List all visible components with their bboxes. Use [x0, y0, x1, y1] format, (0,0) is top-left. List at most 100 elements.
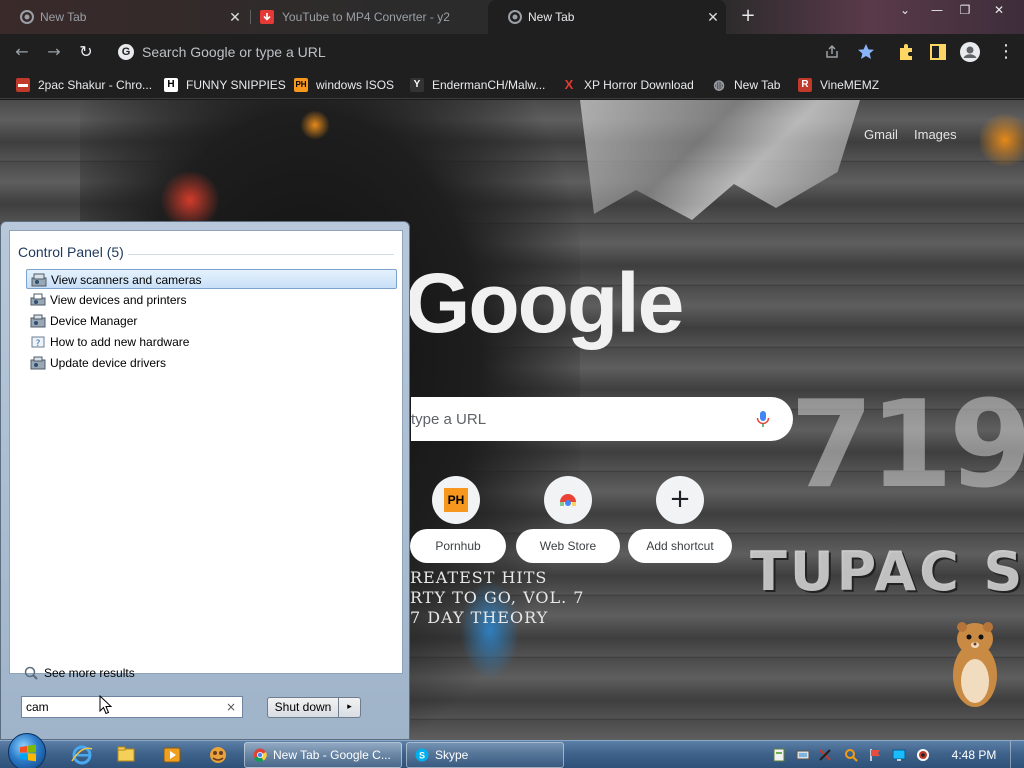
close-window-button[interactable]: ✕: [984, 2, 1014, 18]
bookmarks-bar: ▬ 2pac Shakur - Chro... H FUNNY SNIPPIES…: [0, 70, 1024, 99]
task-label: New Tab - Google C...: [273, 748, 391, 762]
ph-icon: PH: [444, 488, 468, 512]
new-tab-button[interactable]: +: [738, 6, 758, 26]
result-update-device-drivers[interactable]: Update device drivers: [26, 353, 397, 373]
skype-icon: S: [415, 748, 429, 762]
start-search-box[interactable]: ×: [21, 696, 243, 718]
bookmark-endermanch[interactable]: Y EndermanCH/Malw...: [410, 75, 545, 95]
results-section-title[interactable]: Control Panel (5): [18, 244, 124, 260]
maximize-button[interactable]: ❐: [950, 2, 980, 18]
result-label: View scanners and cameras: [51, 273, 202, 287]
bookmark-2pac[interactable]: ▬ 2pac Shakur - Chro...: [16, 75, 152, 95]
share-icon[interactable]: [822, 42, 842, 62]
result-view-scanners-and-cameras[interactable]: View scanners and cameras: [26, 269, 397, 289]
windows-logo-icon: [20, 744, 36, 762]
bookmark-xp-horror[interactable]: X XP Horror Download: [562, 75, 694, 95]
tab-close-icon[interactable]: ✕: [228, 0, 242, 34]
google-g-icon: G: [118, 44, 134, 60]
web-store-icon: [560, 494, 576, 506]
result-label: How to add new hardware: [50, 335, 190, 349]
shortcut-label[interactable]: Web Store: [516, 529, 620, 563]
bonzi-app-icon[interactable]: [200, 743, 236, 767]
shortcut-web-store[interactable]: [544, 476, 592, 524]
bookmark-star-icon[interactable]: [856, 42, 876, 62]
taskbar: New Tab - Google C... S Skype 4:48 PM: [0, 733, 1024, 768]
shut-down-button[interactable]: Shut down: [267, 697, 339, 718]
tab-close-icon[interactable]: ✕: [706, 0, 720, 34]
tab-new-tab-1[interactable]: New Tab ✕: [0, 0, 248, 34]
back-button[interactable]: ←: [10, 40, 34, 64]
tray-search-icon[interactable]: [844, 748, 858, 762]
result-view-devices-and-printers[interactable]: View devices and printers: [26, 290, 397, 310]
internet-explorer-icon[interactable]: [64, 743, 100, 767]
reload-button[interactable]: ↻: [74, 40, 98, 64]
media-player-icon[interactable]: [154, 743, 190, 767]
images-link[interactable]: Images: [914, 127, 957, 142]
bookmark-vinememz[interactable]: R VineMEMZ: [798, 75, 879, 95]
tab-strip: New Tab ✕ YouTube to MP4 Converter - y2 …: [0, 0, 1024, 34]
forward-button[interactable]: →: [42, 40, 66, 64]
tab-title: New Tab: [528, 10, 575, 24]
mouse-cursor-icon: [99, 695, 113, 715]
display-icon[interactable]: [892, 748, 906, 762]
browser-toolbar: ← → ↻ G ⋮: [0, 34, 1024, 70]
google-logo: Google: [405, 256, 684, 350]
help-hardware-icon: ?: [31, 336, 45, 349]
shortcut-add[interactable]: +: [656, 476, 704, 524]
see-more-label: See more results: [44, 666, 135, 680]
omnibox[interactable]: G: [110, 38, 884, 66]
shortcut-label[interactable]: Add shortcut: [628, 529, 732, 563]
clear-search-icon[interactable]: ×: [224, 699, 238, 715]
shortcut-pornhub[interactable]: PH: [432, 476, 480, 524]
paint-splash: [300, 110, 330, 140]
chrome-icon: [508, 10, 522, 24]
tab-new-tab-active[interactable]: New Tab ✕: [488, 0, 726, 34]
speaker-icon[interactable]: [916, 748, 930, 762]
side-panel-icon[interactable]: [926, 40, 950, 64]
tab-search-icon[interactable]: ⌄: [890, 2, 920, 18]
taskbar-chrome-window[interactable]: New Tab - Google C...: [244, 742, 402, 768]
start-search-input[interactable]: [26, 698, 216, 716]
tray-network-icon[interactable]: [796, 748, 810, 762]
ph-icon: PH: [294, 78, 308, 92]
result-label: Update device drivers: [50, 356, 167, 370]
gmail-link[interactable]: Gmail: [864, 127, 898, 142]
r-icon: R: [798, 78, 812, 92]
section-divider: [128, 254, 394, 255]
tray-document-icon[interactable]: [772, 748, 786, 762]
tab-youtube-converter[interactable]: YouTube to MP4 Converter - y2: [250, 0, 488, 34]
result-device-manager[interactable]: Device Manager: [26, 311, 397, 331]
extensions-icon[interactable]: [894, 40, 918, 64]
start-menu: Control Panel (5) View scanners and came…: [0, 221, 410, 740]
omnibox-input[interactable]: [142, 38, 782, 66]
tab-title: New Tab: [40, 10, 87, 24]
tab-title: YouTube to MP4 Converter - y2: [282, 10, 450, 24]
taskbar-skype-window[interactable]: S Skype: [406, 742, 564, 768]
tray-malware-icon[interactable]: [818, 748, 832, 762]
bookmark-windows-isos[interactable]: PH windows ISOS: [294, 75, 394, 95]
system-clock[interactable]: 4:48 PM: [946, 741, 1002, 768]
background-artist-text: TUPAC SH: [750, 540, 1024, 603]
ntp-search-box[interactable]: [411, 397, 793, 441]
h-icon: H: [164, 78, 178, 92]
scanner-camera-icon: [31, 273, 47, 287]
shut-down-options-arrow[interactable]: ▸: [339, 697, 361, 718]
microphone-icon[interactable]: [753, 409, 773, 429]
shortcut-label[interactable]: Pornhub: [410, 529, 506, 563]
task-label: Skype: [435, 748, 469, 762]
album-line: 7 DAY THEORY: [410, 608, 549, 627]
bookmark-funny-snippies[interactable]: H FUNNY SNIPPIES: [164, 75, 286, 95]
ntp-search-input[interactable]: [411, 397, 741, 441]
see-more-results[interactable]: See more results: [24, 665, 135, 681]
show-desktop-button[interactable]: [1010, 741, 1024, 768]
profile-avatar-icon[interactable]: [958, 40, 982, 64]
action-center-flag-icon[interactable]: [868, 748, 882, 762]
result-how-to-add-new-hardware[interactable]: ? How to add new hardware: [26, 332, 397, 352]
start-button[interactable]: [8, 733, 46, 768]
minimize-button[interactable]: —: [922, 2, 952, 18]
file-explorer-icon[interactable]: [108, 743, 144, 767]
device-manager-icon: [30, 314, 46, 328]
globe-icon: ◍: [713, 77, 725, 92]
chrome-menu-icon[interactable]: ⋮: [994, 40, 1018, 64]
bookmark-new-tab[interactable]: ◍ New Tab: [712, 75, 780, 95]
